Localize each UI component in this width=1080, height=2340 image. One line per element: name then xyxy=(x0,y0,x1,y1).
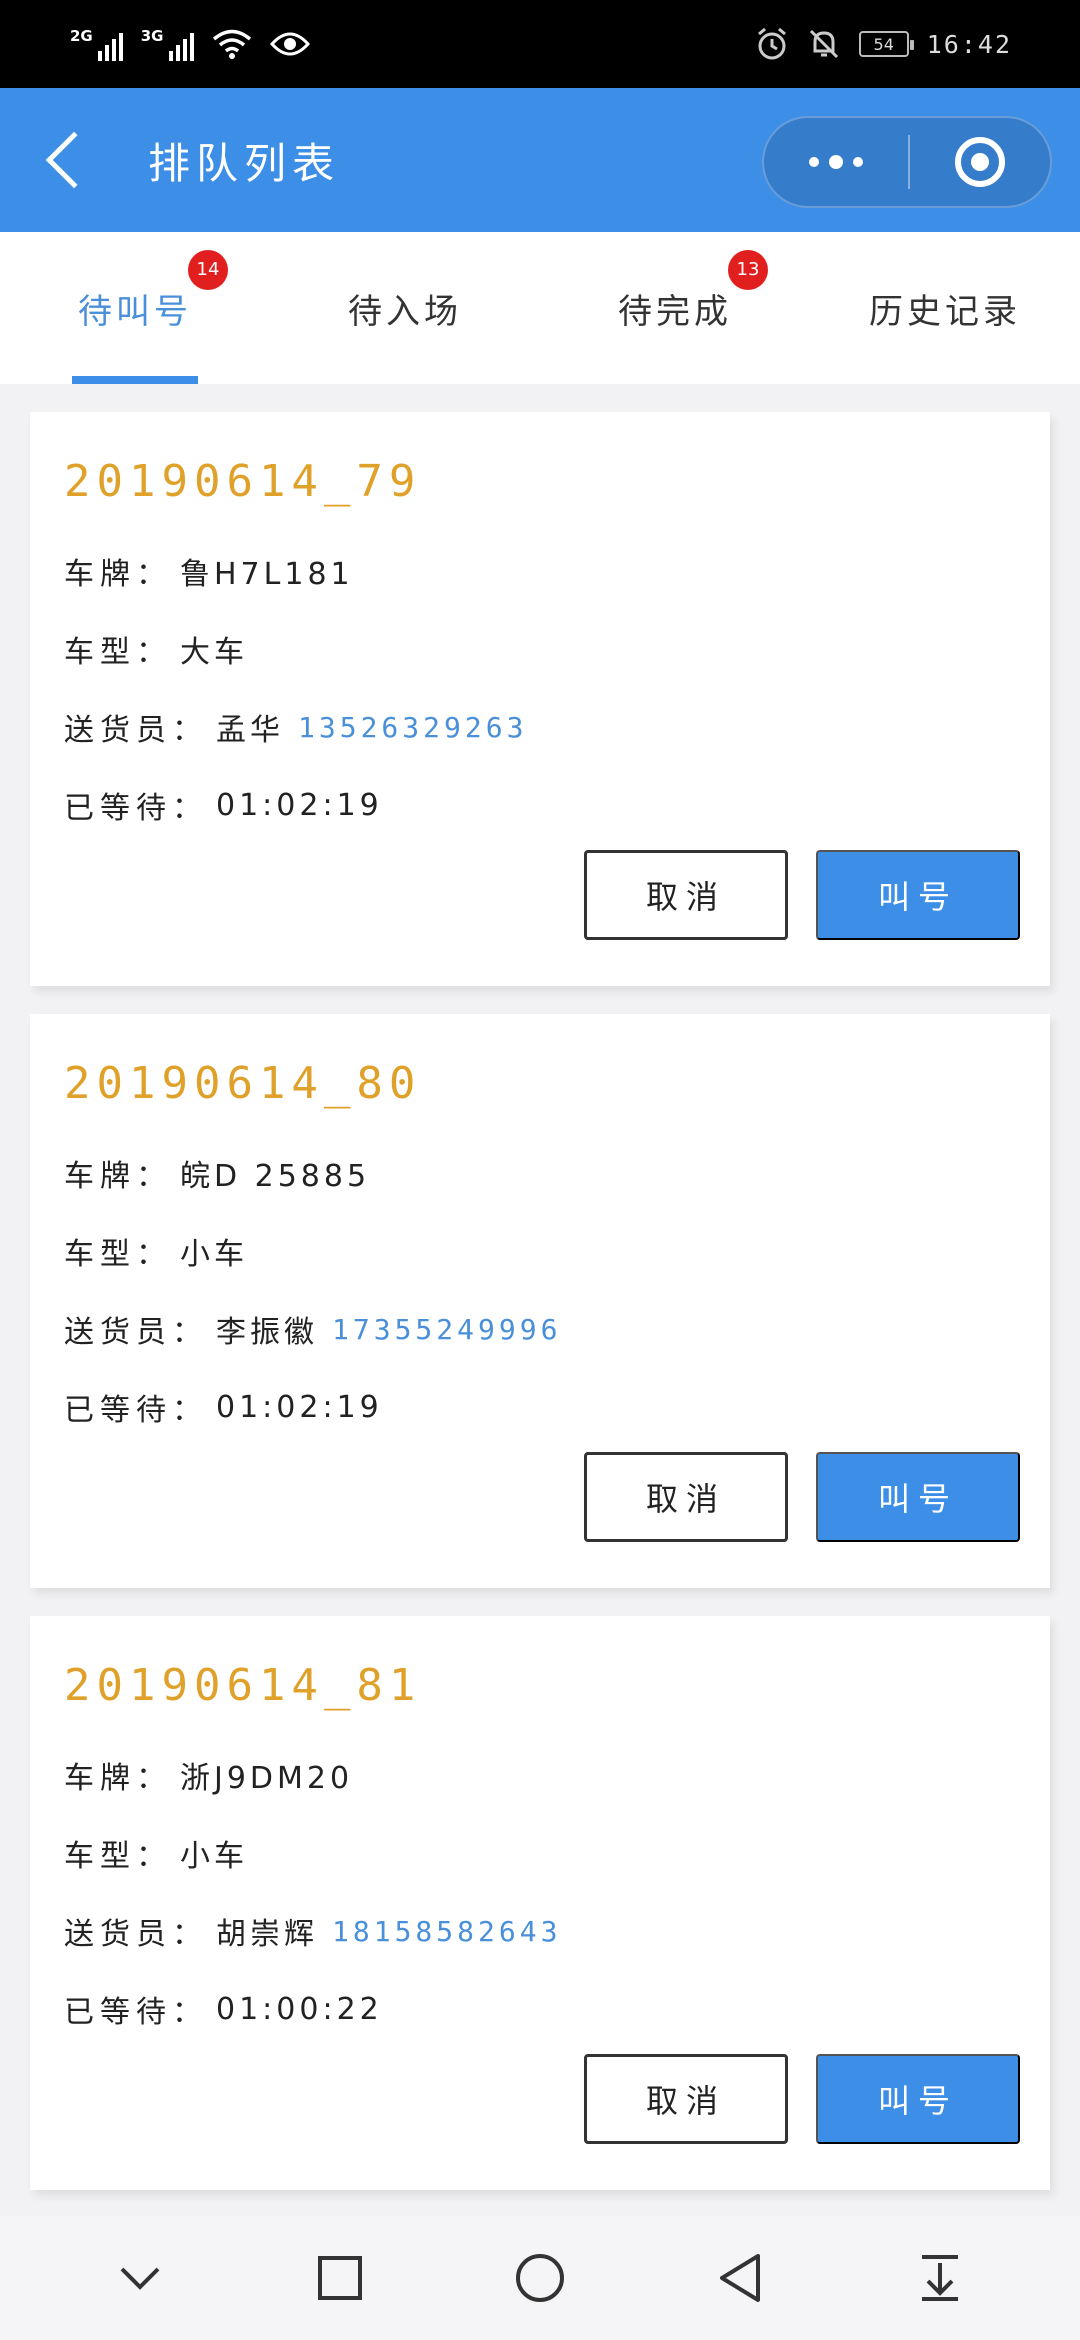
call-number-button[interactable]: 叫号 xyxy=(816,1452,1020,1542)
tab-label: 待完成 xyxy=(618,291,732,332)
tab-badge: 13 xyxy=(728,249,768,290)
tab-pending-complete[interactable]: 待完成 13 xyxy=(540,232,810,384)
wait-label: 已等待： xyxy=(64,1393,208,1428)
triangle-back-icon[interactable] xyxy=(700,2238,780,2318)
plate-row: 车牌： 鲁H7L181 xyxy=(64,548,1016,594)
tab-history[interactable]: 历史记录 xyxy=(810,232,1080,384)
tab-bar: 待叫号 14 待入场 待完成 13 历史记录 xyxy=(0,232,1080,384)
vehicle-type-row: 车型： 小车 xyxy=(64,1228,1016,1274)
courier-row: 送货员： 胡崇辉 18158582643 xyxy=(64,1908,1016,1954)
system-navigation-bar xyxy=(0,2216,1080,2340)
courier-row: 送货员： 孟华 13526329263 xyxy=(64,704,1016,750)
battery-indicator: 54 xyxy=(858,31,914,57)
plate-label: 车牌： xyxy=(64,557,172,592)
active-tab-indicator xyxy=(72,376,198,384)
courier-phone-link[interactable]: 18158582643 xyxy=(332,1915,561,1948)
queue-number: 20190614_80 xyxy=(64,1058,422,1109)
courier-name: 孟华 xyxy=(216,713,284,748)
queue-card: 20190614_80 车牌： 皖D 25885 车型： 小车 送货员： 李振徽… xyxy=(30,1014,1050,1588)
vehicle-type-row: 车型： 小车 xyxy=(64,1830,1016,1876)
vehicle-type-label: 车型： xyxy=(64,1839,172,1874)
wait-label: 已等待： xyxy=(64,1995,208,2030)
courier-name: 胡崇辉 xyxy=(216,1917,318,1952)
square-icon[interactable] xyxy=(300,2238,380,2318)
courier-name: 李振徽 xyxy=(216,1315,318,1350)
tab-label: 待叫号 xyxy=(78,291,192,332)
plate-row: 车牌： 浙J9DM20 xyxy=(64,1752,1016,1798)
wait-time: 01:02:19 xyxy=(216,1389,383,1425)
card-actions: 取消 叫号 xyxy=(584,1452,1020,1542)
wait-time: 01:02:19 xyxy=(216,787,383,823)
queue-number: 20190614_81 xyxy=(64,1660,422,1711)
plate-value: 皖D 25885 xyxy=(180,1159,371,1194)
navigation-bar: 排队列表 xyxy=(0,88,1080,232)
plate-row: 车牌： 皖D 25885 xyxy=(64,1150,1016,1196)
plate-label: 车牌： xyxy=(64,1761,172,1796)
wait-time: 01:00:22 xyxy=(216,1991,383,2027)
eye-icon xyxy=(269,32,310,56)
close-target-icon[interactable] xyxy=(910,137,1050,187)
call-number-button[interactable]: 叫号 xyxy=(816,850,1020,940)
alarm-icon xyxy=(757,27,786,60)
wifi-icon xyxy=(212,29,251,59)
courier-phone-link[interactable]: 13526329263 xyxy=(298,711,527,744)
cancel-button[interactable]: 取消 xyxy=(584,2054,788,2144)
courier-label: 送货员： xyxy=(64,1917,208,1952)
vehicle-type-label: 车型： xyxy=(64,1237,172,1272)
wait-label: 已等待： xyxy=(64,791,208,826)
plate-value: 浙J9DM20 xyxy=(180,1761,354,1796)
courier-label: 送货员： xyxy=(64,1315,208,1350)
vehicle-type-label: 车型： xyxy=(64,635,172,670)
tab-badge: 14 xyxy=(188,249,228,290)
download-icon[interactable] xyxy=(900,2238,980,2318)
plate-value: 鲁H7L181 xyxy=(180,557,354,592)
cancel-button[interactable]: 取消 xyxy=(584,850,788,940)
queue-list: 20190614_79 车牌： 鲁H7L181 车型： 大车 送货员： 孟华 1… xyxy=(0,384,1080,2278)
call-number-button[interactable]: 叫号 xyxy=(816,2054,1020,2144)
vehicle-type-value: 小车 xyxy=(180,1237,248,1272)
card-actions: 取消 叫号 xyxy=(584,2054,1020,2144)
more-dots-icon[interactable] xyxy=(764,155,908,169)
queue-card: 20190614_81 车牌： 浙J9DM20 车型： 小车 送货员： 胡崇辉 … xyxy=(30,1616,1050,2190)
courier-row: 送货员： 李振徽 17355249996 xyxy=(64,1306,1016,1352)
vehicle-type-value: 小车 xyxy=(180,1839,248,1874)
status-time: 16:42 xyxy=(926,29,1012,59)
mini-program-capsule xyxy=(762,116,1052,208)
signal-3g-label: 3G xyxy=(140,27,164,45)
status-right: 54 16:42 xyxy=(755,27,1012,61)
back-chevron-icon[interactable] xyxy=(45,131,103,189)
courier-label: 送货员： xyxy=(64,713,208,748)
courier-phone-link[interactable]: 17355249996 xyxy=(332,1313,561,1346)
status-left: 2G 3G xyxy=(70,27,310,61)
wait-row: 已等待： 01:02:19 xyxy=(64,1384,1016,1430)
page-title: 排队列表 xyxy=(148,138,341,188)
vehicle-type-row: 车型： 大车 xyxy=(64,626,1016,672)
wait-row: 已等待： 01:02:19 xyxy=(64,782,1016,828)
card-actions: 取消 叫号 xyxy=(584,850,1020,940)
queue-card: 20190614_79 车牌： 鲁H7L181 车型： 大车 送货员： 孟华 1… xyxy=(30,412,1050,986)
bell-muted-icon xyxy=(809,29,838,59)
queue-number: 20190614_79 xyxy=(64,456,422,507)
tab-label: 待入场 xyxy=(348,291,462,332)
circle-icon[interactable] xyxy=(500,2238,580,2318)
signal-2g-label: 2G xyxy=(70,27,93,45)
cancel-button[interactable]: 取消 xyxy=(584,1452,788,1542)
wait-row: 已等待： 01:00:22 xyxy=(64,1986,1016,2032)
tab-pending-entry[interactable]: 待入场 xyxy=(270,232,540,384)
tab-pending-call[interactable]: 待叫号 14 xyxy=(0,232,270,384)
signal-3g-icon: 3G xyxy=(141,27,194,61)
plate-label: 车牌： xyxy=(64,1159,172,1194)
status-bar: 2G 3G 54 16:42 xyxy=(0,0,1080,88)
tab-label: 历史记录 xyxy=(869,291,1021,332)
chevron-down-icon[interactable] xyxy=(100,2238,180,2318)
vehicle-type-value: 大车 xyxy=(180,635,248,670)
signal-2g-icon: 2G xyxy=(70,27,123,61)
